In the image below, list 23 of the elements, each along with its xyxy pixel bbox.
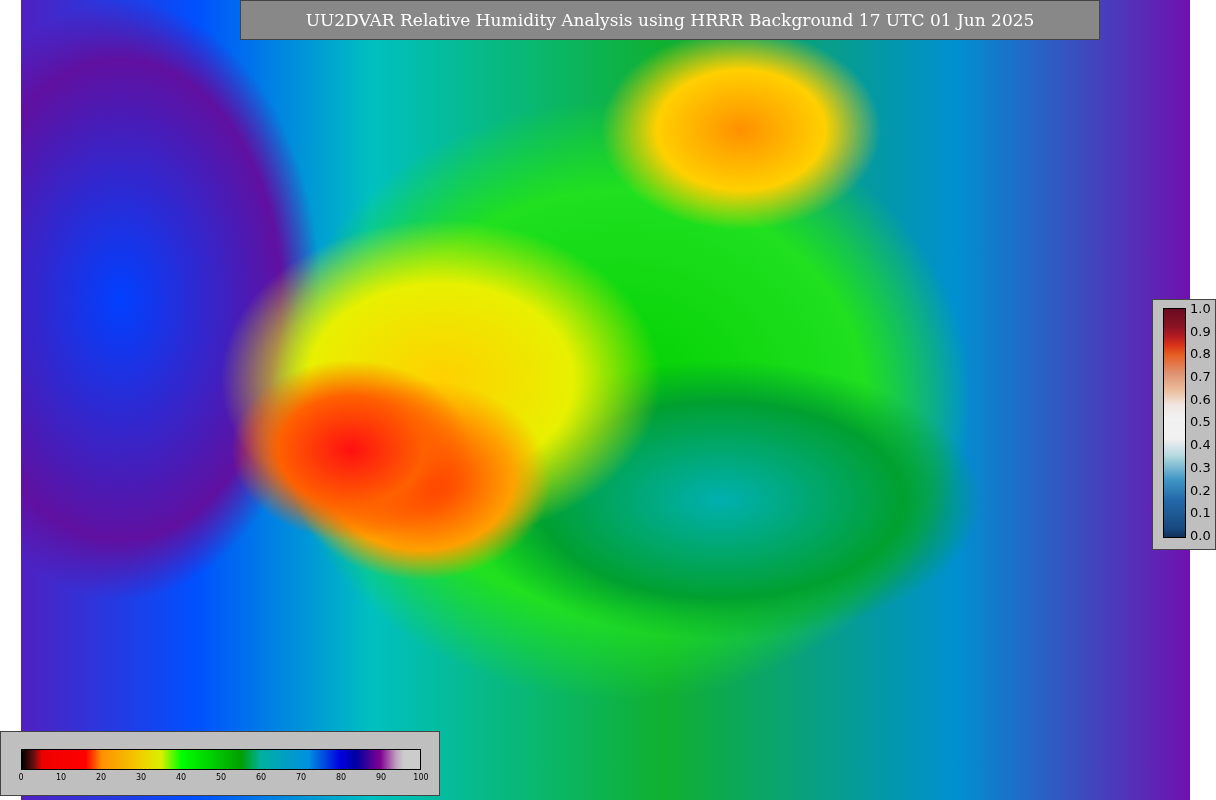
colorbar-tick-label: 0.5 xyxy=(1190,415,1211,429)
colorbar-tick-label: 0.8 xyxy=(1190,347,1211,361)
colorbar-tick-label: 30 xyxy=(134,773,148,782)
colorbar-tick-label: 0.6 xyxy=(1190,392,1211,406)
colorbar-tick-label: 50 xyxy=(214,773,228,782)
colorbar-tick-label: 0.1 xyxy=(1190,506,1211,520)
colorbar-tick-label: 0.7 xyxy=(1190,370,1211,384)
colorbar-tick-label: 100 xyxy=(412,773,430,782)
colorbar-tick-label: 0.4 xyxy=(1190,438,1211,452)
colorbar-tick-label: 40 xyxy=(174,773,188,782)
colorbar-tick-label: 70 xyxy=(294,773,308,782)
colorbar-tick-label: 1.0 xyxy=(1190,302,1211,315)
colorbar-tick-label: 10 xyxy=(54,773,68,782)
colorbar-tick-label: 0.0 xyxy=(1190,528,1211,542)
colorbar-tick-label: 0.2 xyxy=(1190,483,1211,497)
colorbar-tick-label: 80 xyxy=(334,773,348,782)
colorbar-tick-label: 0.3 xyxy=(1190,460,1211,474)
colorbar-tick-label: 60 xyxy=(254,773,268,782)
colorbar-tick-label: 90 xyxy=(374,773,388,782)
colorbar-tick-label: 0 xyxy=(17,773,25,782)
colorbar-tick-label: 0.9 xyxy=(1190,324,1211,338)
map-title: UU2DVAR Relative Humidity Analysis using HRRR Background 17 UTC 01 Jun 2025 xyxy=(240,0,1100,40)
colorbar-tick-label: 20 xyxy=(94,773,108,782)
